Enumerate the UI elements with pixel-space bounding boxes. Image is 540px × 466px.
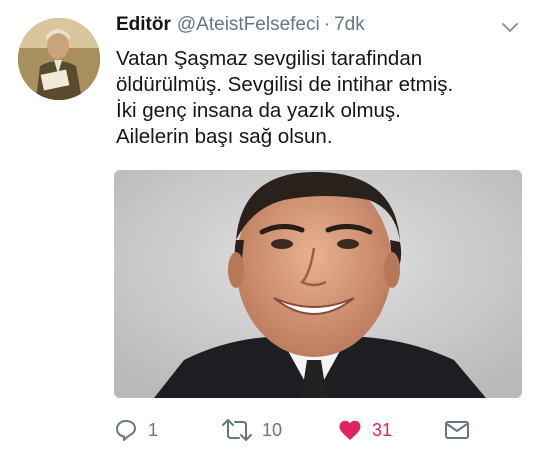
avatar[interactable] bbox=[18, 18, 100, 100]
header-separator: · bbox=[323, 14, 331, 35]
reply-button[interactable]: 1 bbox=[114, 414, 158, 446]
tweet-header: Editör @AteistFelsefeci · 7dk bbox=[116, 14, 520, 42]
avatar-image bbox=[18, 18, 100, 100]
retweet-icon bbox=[222, 419, 252, 441]
like-count: 31 bbox=[372, 419, 393, 440]
tweet-text-line: İki genç insana da yazık olmuş. bbox=[116, 99, 401, 122]
direct-message-button[interactable] bbox=[444, 414, 470, 446]
tweet-text: Vatan Şaşmaz sevgilisi tarafindan öldürü… bbox=[116, 46, 516, 150]
author-display-name[interactable]: Editör bbox=[116, 14, 171, 35]
tweet-media-photo[interactable] bbox=[114, 170, 522, 398]
tweet-text-line: Ailelerin başı sağ olsun. bbox=[116, 125, 333, 148]
envelope-icon bbox=[445, 421, 469, 439]
reply-count: 1 bbox=[148, 419, 159, 440]
portrait-photo bbox=[114, 170, 522, 398]
chevron-down-icon[interactable] bbox=[500, 20, 520, 36]
retweet-button[interactable]: 10 bbox=[222, 414, 282, 446]
author-handle[interactable]: @AteistFelsefeci bbox=[177, 14, 320, 35]
retweet-count: 10 bbox=[262, 419, 283, 440]
tweet-timestamp[interactable]: 7dk bbox=[334, 14, 365, 35]
like-button[interactable]: 31 bbox=[338, 414, 392, 446]
tweet[interactable]: Editör @AteistFelsefeci · 7dk Vatan Şaşmaz … bbox=[0, 0, 540, 466]
heart-icon bbox=[339, 420, 361, 440]
tweet-actions: 1 10 31 bbox=[114, 414, 524, 446]
tweet-text-line: Vatan Şaşmaz sevgilisi tarafindan bbox=[116, 47, 423, 70]
reply-icon bbox=[116, 420, 136, 441]
tweet-text-line: öldürülmüş. Sevgilisi de intihar etmiş. bbox=[116, 73, 454, 96]
